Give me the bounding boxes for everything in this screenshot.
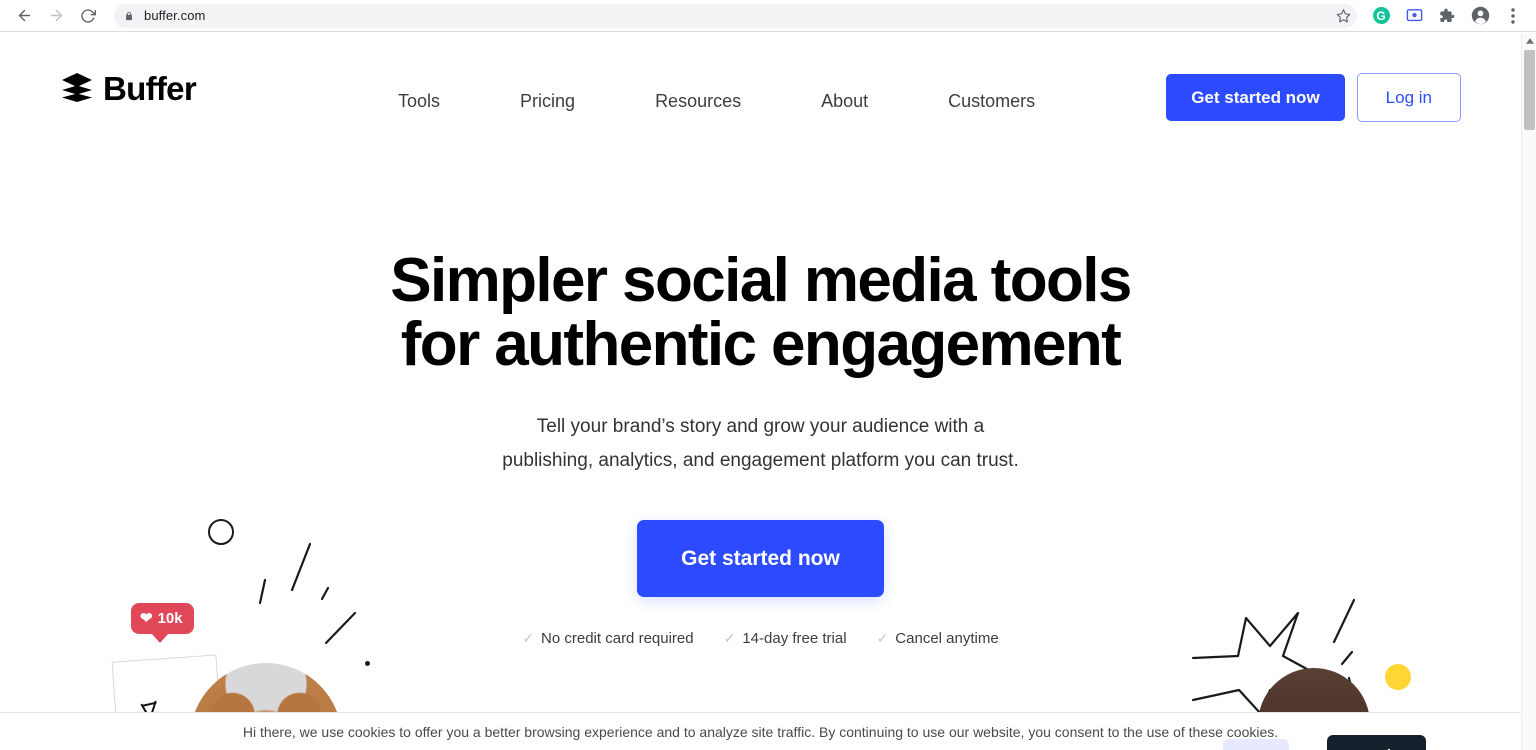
dot-decoration bbox=[365, 661, 370, 666]
profile-avatar-icon[interactable] bbox=[1467, 3, 1493, 29]
back-arrow-icon bbox=[16, 7, 33, 24]
header-login-button[interactable]: Log in bbox=[1356, 73, 1461, 122]
grammarly-extension-icon[interactable]: G bbox=[1368, 3, 1394, 29]
hero-get-started-button[interactable]: Get started now bbox=[637, 519, 884, 597]
page-title: Simpler social media tools for authentic… bbox=[0, 246, 1521, 380]
hero-section: Simpler social media tools for authentic… bbox=[0, 161, 1521, 647]
reload-button[interactable] bbox=[74, 2, 102, 30]
scrollbar-thumb[interactable] bbox=[1524, 50, 1535, 130]
screen-capture-extension-icon[interactable] bbox=[1401, 3, 1427, 29]
site-header: Buffer Tools Pricing Resources About Cus… bbox=[0, 33, 1521, 161]
check-icon: ✓ bbox=[522, 630, 535, 647]
yellow-dot-decoration bbox=[1385, 664, 1411, 690]
puzzle-extensions-icon[interactable] bbox=[1434, 3, 1460, 29]
buffer-wordmark: Buffer bbox=[103, 69, 197, 107]
main-navigation: Tools Pricing Resources About Customers bbox=[398, 83, 1035, 120]
check-icon: ✓ bbox=[876, 630, 889, 647]
nav-item-tools[interactable]: Tools bbox=[398, 83, 440, 120]
grammarly-glyph: G bbox=[1372, 7, 1390, 24]
forward-arrow-icon bbox=[48, 7, 65, 24]
extensions-area: G bbox=[1361, 3, 1526, 29]
page-scrollbar[interactable] bbox=[1521, 33, 1536, 750]
forward-button[interactable] bbox=[42, 2, 70, 30]
chrome-menu-icon[interactable] bbox=[1500, 3, 1526, 29]
back-button[interactable] bbox=[10, 2, 38, 30]
buffer-stack-logo-icon bbox=[60, 71, 94, 105]
cookie-secondary-chip[interactable] bbox=[1223, 739, 1289, 750]
trust-badges: ✓ No credit card required ✓ 14-day free … bbox=[0, 630, 1521, 647]
cookie-accept-button[interactable]: Got it bbox=[1326, 735, 1426, 750]
lock-icon bbox=[124, 10, 134, 22]
bookmark-star-icon[interactable] bbox=[1336, 8, 1351, 23]
browser-toolbar: buffer.com G bbox=[0, 0, 1536, 32]
check-icon: ✓ bbox=[723, 630, 736, 647]
hero-subtitle-line-1: Tell your brand’s story and grow your au… bbox=[536, 415, 985, 437]
url-text: buffer.com bbox=[144, 8, 206, 23]
trust-label: Cancel anytime bbox=[895, 629, 999, 647]
trust-badge-free-trial: ✓ 14-day free trial bbox=[724, 630, 847, 647]
address-bar[interactable]: buffer.com bbox=[114, 3, 1357, 28]
cookie-consent-banner: Hi there, we use cookies to offer you a … bbox=[0, 712, 1521, 750]
trust-label: No credit card required bbox=[541, 629, 694, 647]
hero-title-line-1: Simpler social media tools bbox=[390, 246, 1132, 315]
header-actions: Get started now Log in bbox=[1166, 73, 1461, 122]
hero-subtitle: Tell your brand’s story and grow your au… bbox=[0, 410, 1521, 478]
trust-label: 14-day free trial bbox=[742, 629, 847, 647]
hero-subtitle-line-2: publishing, analytics, and engagement pl… bbox=[502, 449, 1019, 471]
nav-item-resources[interactable]: Resources bbox=[655, 83, 741, 120]
scrollbar-up-arrow-icon[interactable] bbox=[1522, 33, 1536, 48]
web-page: Buffer Tools Pricing Resources About Cus… bbox=[0, 33, 1521, 750]
nav-item-customers[interactable]: Customers bbox=[948, 83, 1035, 120]
trust-badge-cancel-anytime: ✓ Cancel anytime bbox=[877, 630, 999, 647]
reload-icon bbox=[80, 8, 96, 24]
nav-item-pricing[interactable]: Pricing bbox=[520, 83, 575, 120]
cookie-consent-text: Hi there, we use cookies to offer you a … bbox=[242, 723, 1279, 740]
buffer-logo[interactable]: Buffer bbox=[60, 69, 197, 107]
trust-badge-no-credit-card: ✓ No credit card required bbox=[522, 630, 693, 647]
nav-item-about[interactable]: About bbox=[821, 83, 868, 120]
header-get-started-button[interactable]: Get started now bbox=[1166, 74, 1345, 121]
hero-title-line-2: for authentic engagement bbox=[400, 310, 1122, 380]
